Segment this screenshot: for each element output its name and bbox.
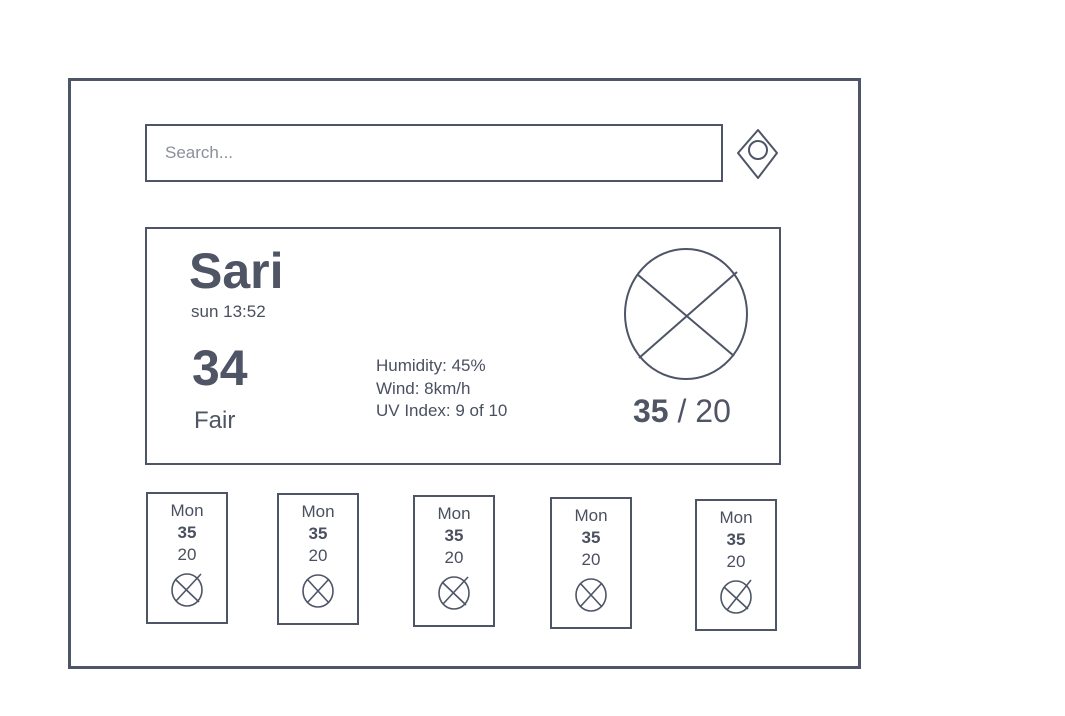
high-temperature: 35 bbox=[633, 393, 669, 429]
weather-details: Humidity: 45% Wind: 8km/h UV Index: 9 of… bbox=[376, 355, 507, 423]
forecast-day-4[interactable]: Mon 35 20 bbox=[550, 497, 632, 629]
forecast-low: 20 bbox=[581, 550, 601, 569]
current-weather-card: Sari sun 13:52 34 Fair Humidity: 45% Win… bbox=[145, 227, 781, 465]
forecast-high: 35 bbox=[581, 528, 601, 547]
weather-placeholder-icon bbox=[575, 578, 607, 612]
forecast-low: 20 bbox=[308, 546, 328, 565]
forecast-day-name: Mon bbox=[301, 502, 335, 521]
forecast-high: 35 bbox=[726, 530, 746, 549]
forecast-day-name: Mon bbox=[170, 501, 204, 520]
forecast-day-2[interactable]: Mon 35 20 bbox=[277, 493, 359, 625]
forecast-day-3[interactable]: Mon 35 20 bbox=[413, 495, 495, 627]
forecast-high: 35 bbox=[177, 523, 197, 542]
forecast-high: 35 bbox=[308, 524, 328, 543]
city-name: Sari bbox=[189, 243, 284, 299]
low-temperature: 20 bbox=[695, 393, 731, 429]
weather-placeholder-icon bbox=[302, 574, 334, 608]
range-separator: / bbox=[677, 393, 687, 429]
location-pin-icon[interactable] bbox=[735, 127, 781, 181]
search-input[interactable] bbox=[145, 124, 723, 182]
current-temperature: 34 bbox=[192, 340, 248, 396]
weather-placeholder-icon bbox=[720, 579, 752, 614]
weather-placeholder-icon bbox=[624, 248, 748, 380]
forecast-high: 35 bbox=[444, 526, 464, 545]
weather-placeholder-icon bbox=[438, 576, 470, 610]
forecast-low: 20 bbox=[726, 552, 746, 571]
weather-placeholder-icon bbox=[171, 573, 203, 607]
uv-index-text: UV Index: 9 of 10 bbox=[376, 401, 508, 420]
forecast-low: 20 bbox=[177, 545, 197, 564]
forecast-day-5[interactable]: Mon 35 20 bbox=[695, 499, 777, 631]
high-low-range: 35 / 20 bbox=[633, 393, 731, 430]
wind-text: Wind: 8km/h bbox=[376, 378, 471, 398]
weather-condition: Fair bbox=[194, 407, 236, 434]
forecast-day-1[interactable]: Mon 35 20 bbox=[146, 492, 228, 624]
humidity-text: Humidity: 45% bbox=[376, 356, 486, 375]
forecast-day-name: Mon bbox=[574, 506, 608, 525]
forecast-day-name: Mon bbox=[437, 504, 471, 523]
date-time: sun 13:52 bbox=[191, 302, 266, 321]
forecast-day-name: Mon bbox=[719, 508, 753, 527]
forecast-low: 20 bbox=[444, 548, 464, 567]
